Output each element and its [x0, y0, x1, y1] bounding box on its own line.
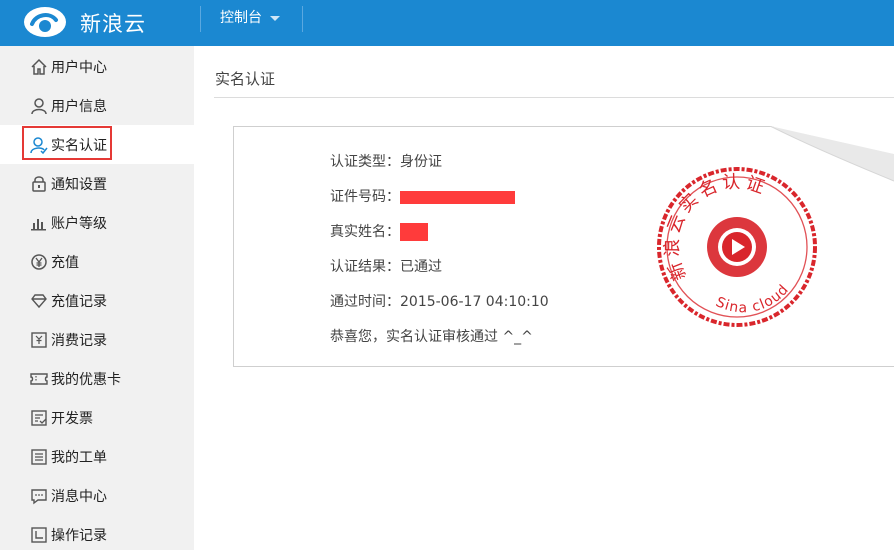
yen-circle-icon — [31, 254, 47, 270]
sidebar-item-label: 我的工单 — [51, 450, 107, 466]
redacted-id-number — [400, 190, 515, 204]
receipt-icon — [31, 332, 47, 348]
cert-type-row: 认证类型：身份证 — [330, 151, 442, 171]
sidebar-item-message-center[interactable]: 消息中心 — [0, 476, 194, 515]
congrats-message: 恭喜您，实名认证审核通过 ^_^ — [330, 329, 533, 345]
page-title: 实名认证 — [215, 70, 276, 88]
divider — [214, 97, 894, 98]
sidebar-item-my-tickets[interactable]: 我的工单 — [0, 437, 194, 476]
nav-divider — [302, 6, 303, 32]
redacted-real-name — [400, 223, 428, 241]
real-name-label: 真实姓名： — [330, 224, 400, 240]
sidebar-item-notification-settings[interactable]: 通知设置 — [0, 164, 194, 203]
sidebar-item-invoice[interactable]: 开发票 — [0, 398, 194, 437]
sidebar-item-user-info[interactable]: 用户信息 — [0, 86, 194, 125]
sidebar-item-account-level[interactable]: 账户等级 — [0, 203, 194, 242]
result-row: 认证结果：已通过 — [330, 256, 442, 276]
sidebar-item-label: 用户信息 — [51, 99, 107, 115]
bar-chart-icon — [31, 219, 46, 231]
list-icon — [31, 449, 47, 465]
verification-seal: 新浪云实名认证 Sina cloud — [657, 167, 817, 327]
ticket-icon — [30, 373, 48, 385]
pass-time-row: 通过时间：2015-06-17 04:10:10 — [330, 291, 549, 311]
console-dropdown[interactable]: 控制台 — [220, 7, 280, 27]
sidebar-item-user-center[interactable]: 用户中心 — [0, 47, 194, 86]
user-icon — [31, 98, 47, 115]
brand-name: 新浪云 — [80, 12, 146, 36]
sidebar-item-label: 我的优惠卡 — [51, 372, 121, 388]
invoice-icon — [31, 410, 47, 426]
sidebar-item-label: 实名认证 — [51, 138, 107, 154]
sidebar-item-real-name-auth[interactable]: 实名认证 — [0, 125, 194, 164]
result-value: 已通过 — [400, 259, 442, 275]
user-check-icon — [30, 137, 48, 154]
result-label: 认证结果： — [330, 259, 400, 275]
id-number-label: 证件号码： — [330, 189, 400, 205]
sidebar-item-label: 充值 — [51, 255, 79, 271]
cert-type-value: 身份证 — [400, 154, 442, 170]
brand-logo[interactable]: 新浪云 — [22, 2, 202, 42]
sidebar-item-label: 操作记录 — [51, 528, 107, 544]
lock-icon — [32, 176, 46, 192]
sidebar-item-label: 开发票 — [51, 411, 93, 427]
cloud-logo-icon — [24, 7, 66, 37]
cert-type-label: 认证类型： — [330, 154, 400, 170]
sidebar-item-label: 通知设置 — [51, 177, 107, 193]
nav-divider — [200, 6, 201, 32]
sidebar-item-operation-log[interactable]: 操作记录 — [0, 515, 194, 554]
sidebar-item-label: 消息中心 — [51, 489, 107, 505]
sidebar-item-consumption-records[interactable]: 消费记录 — [0, 320, 194, 359]
diamond-icon — [31, 294, 47, 309]
sidebar-item-recharge-records[interactable]: 充值记录 — [0, 281, 194, 320]
log-icon — [31, 527, 47, 543]
console-label: 控制台 — [220, 10, 262, 26]
real-name-row: 真实姓名： — [330, 221, 428, 241]
sidebar-item-label: 消费记录 — [51, 333, 107, 349]
chevron-down-icon — [270, 15, 280, 21]
sidebar-item-label: 账户等级 — [51, 216, 107, 232]
sidebar: 用户中心 用户信息 实名认证 通知设置 账户等级 充值 充值记录 消费记录 我的… — [0, 46, 194, 550]
top-navigation-bar: 新浪云 控制台 — [0, 0, 894, 46]
message-icon — [31, 489, 47, 505]
pass-time-label: 通过时间： — [330, 294, 400, 310]
pass-time-value: 2015-06-17 04:10:10 — [400, 294, 549, 310]
sidebar-item-recharge[interactable]: 充值 — [0, 242, 194, 281]
home-icon — [31, 58, 47, 75]
sidebar-item-label: 充值记录 — [51, 294, 107, 310]
id-number-row: 证件号码： — [330, 186, 515, 206]
sidebar-item-my-coupons[interactable]: 我的优惠卡 — [0, 359, 194, 398]
sidebar-item-label: 用户中心 — [51, 60, 107, 76]
